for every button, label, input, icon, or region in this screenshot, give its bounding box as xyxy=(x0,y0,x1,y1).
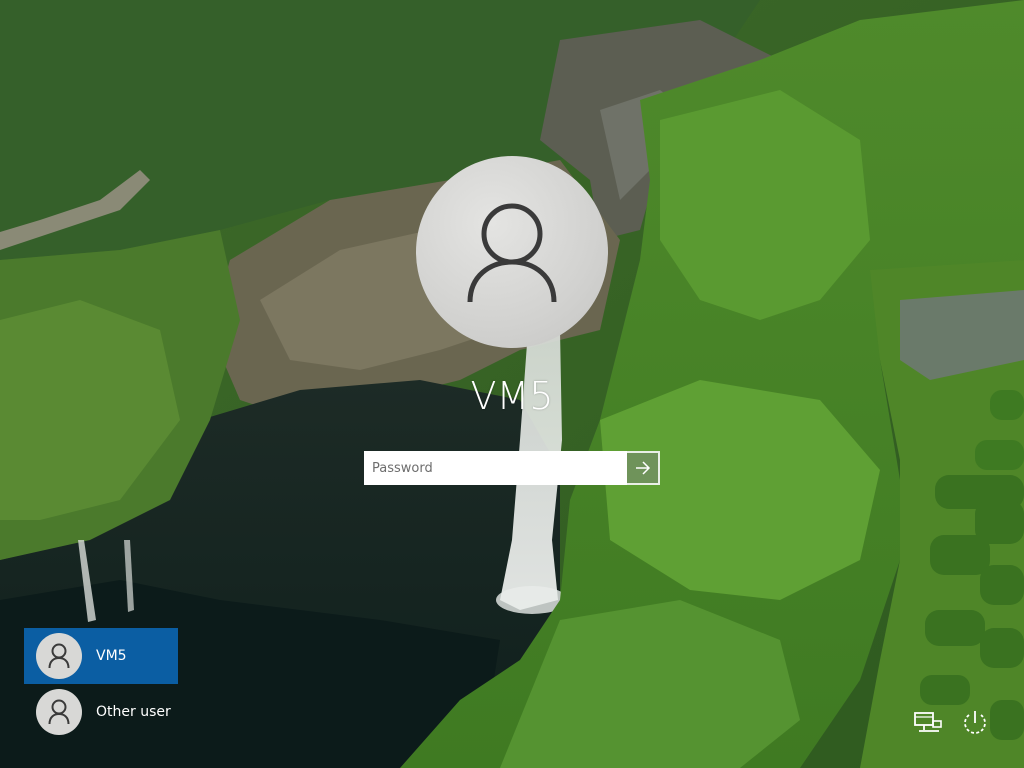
user-icon xyxy=(48,643,70,669)
arrow-right-icon xyxy=(635,461,650,475)
account-name: VM5 xyxy=(470,374,554,418)
power-icon-glyph xyxy=(964,711,986,734)
avatar xyxy=(36,633,82,679)
password-box xyxy=(364,451,660,485)
password-input[interactable] xyxy=(364,451,627,485)
avatar xyxy=(36,689,82,735)
lock-screen: VM5 VM5 Other user xyxy=(0,0,1024,768)
user-tile-vm5[interactable]: VM5 xyxy=(24,628,178,684)
user-icon xyxy=(467,203,557,303)
user-tile-label: Other user xyxy=(96,704,171,720)
user-avatar xyxy=(416,156,608,348)
submit-button[interactable] xyxy=(627,451,660,485)
user-icon xyxy=(48,699,70,725)
user-tile-label: VM5 xyxy=(96,648,127,664)
network-icon[interactable] xyxy=(911,706,945,740)
power-icon[interactable] xyxy=(958,706,992,740)
user-tile-other-user[interactable]: Other user xyxy=(24,684,178,740)
network-icon-glyph xyxy=(914,712,942,732)
